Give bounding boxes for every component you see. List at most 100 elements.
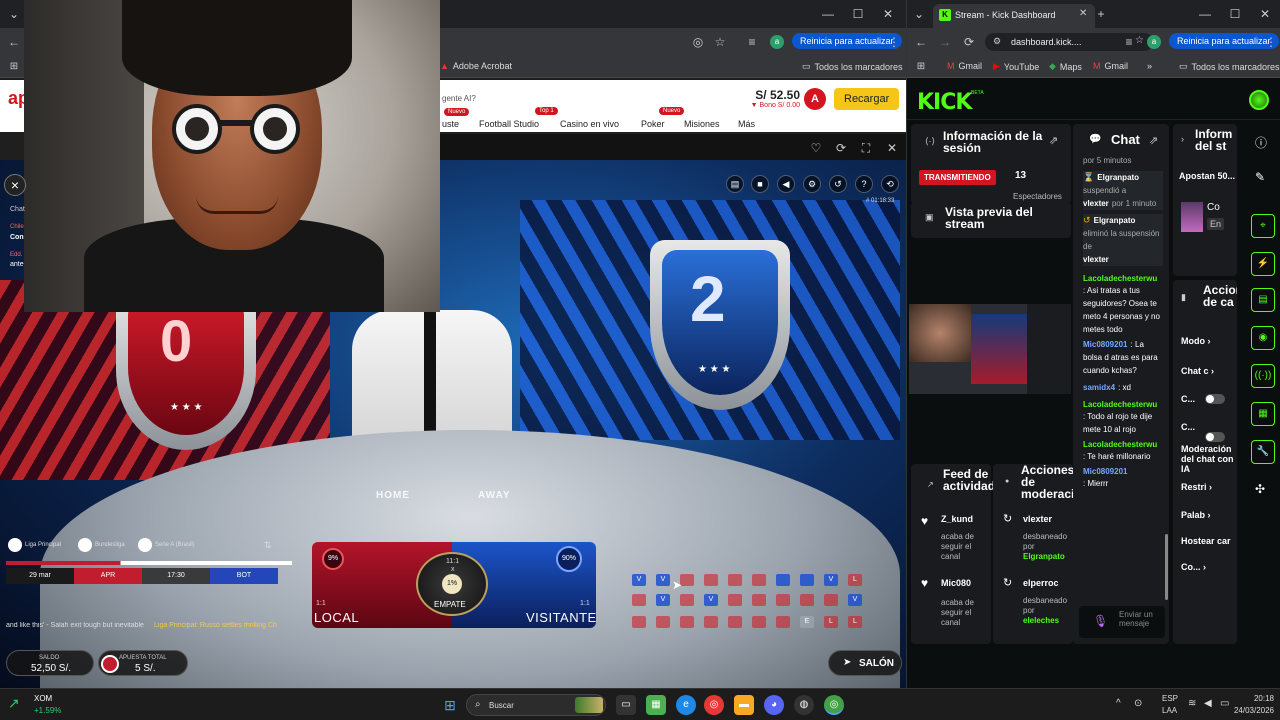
mod-user[interactable]: elperroc xyxy=(1023,578,1067,588)
mod-by[interactable]: eleleches xyxy=(1023,616,1059,625)
site-info-icon[interactable]: ⚙ xyxy=(993,36,1001,47)
nav-item-0[interactable]: Nuevo uste xyxy=(442,108,470,130)
profile-avatar[interactable]: a xyxy=(1147,35,1161,49)
reading-list-icon[interactable]: ≡ xyxy=(744,34,760,50)
volume-icon[interactable]: ◀ xyxy=(1204,698,1212,709)
help-icon[interactable]: ? xyxy=(855,175,873,193)
clip-icon[interactable]: ⌖ xyxy=(1251,214,1275,238)
broadcast-icon[interactable]: ((·)) xyxy=(1251,364,1275,388)
toggle-switch[interactable] xyxy=(1205,432,1225,442)
lobby-icon[interactable]: ⟲ xyxy=(881,175,899,193)
action-modo[interactable]: Modo › xyxy=(1181,336,1211,346)
discord-icon[interactable]: ◕ xyxy=(764,695,784,715)
back-icon[interactable]: ← xyxy=(6,34,22,50)
apps-grid-icon[interactable]: ⊞ xyxy=(6,59,22,75)
tray-app-icon[interactable]: ⊙ xyxy=(1134,698,1142,709)
user-avatar[interactable] xyxy=(1249,90,1269,110)
bookmark-all[interactable]: ▭ Todos los marcadores xyxy=(1179,61,1280,72)
action-toggle-1[interactable]: C... xyxy=(1181,394,1195,404)
action-palab[interactable]: Palab › xyxy=(1181,510,1211,520)
bookmark-gmail[interactable]: M Gmail xyxy=(947,61,982,71)
stock-symbol[interactable]: XOM xyxy=(34,694,52,703)
forward-icon[interactable]: → xyxy=(937,34,953,50)
bet-empate[interactable]: 11:1 x 1% EMPATE xyxy=(416,552,488,616)
chat-user[interactable]: Lacoladechesterwu xyxy=(1083,274,1157,283)
edit-icon[interactable]: ✎ xyxy=(1255,170,1265,184)
chat-user[interactable]: Mic0809201 xyxy=(1083,467,1127,476)
chat-user[interactable]: Lacoladechesterwu xyxy=(1083,400,1157,409)
apps-grid-icon[interactable]: ⊞ xyxy=(913,59,929,75)
recharge-button[interactable]: Recargar xyxy=(834,88,900,110)
chat-user[interactable]: Mic0809201 xyxy=(1083,340,1127,349)
file-explorer-icon[interactable]: ▬ xyxy=(734,695,754,715)
league-chip-2[interactable]: Serie A (Brasil) xyxy=(138,538,195,552)
close-window-icon[interactable]: ✕ xyxy=(880,6,896,22)
action-toggle-2[interactable]: C... xyxy=(1181,422,1195,432)
action-restri[interactable]: Restri › xyxy=(1181,482,1212,492)
nav-item-casino[interactable]: Top 1 Casino en vivo xyxy=(535,107,619,130)
minimize-icon[interactable]: — xyxy=(1197,6,1213,22)
reload-icon[interactable]: ⟳ xyxy=(961,34,977,50)
league-chip-1[interactable]: Bundesliga xyxy=(78,538,125,552)
nav-item-mas[interactable]: Más xyxy=(738,118,755,130)
mic-icon[interactable]: 🎙 xyxy=(1093,614,1108,628)
refresh-icon[interactable]: ⟳ xyxy=(833,140,849,156)
chat-icon[interactable]: ▤ xyxy=(726,175,744,193)
history-icon[interactable]: ↺ xyxy=(829,175,847,193)
nav-item-football-studio[interactable]: Football Studio xyxy=(479,118,539,130)
clock-time[interactable]: 20:18 xyxy=(1246,694,1274,703)
info-icon[interactable]: ⓘ xyxy=(1255,134,1267,151)
star-icon[interactable]: ☆ xyxy=(712,34,728,50)
bookmarks-overflow-icon[interactable]: » xyxy=(1147,61,1152,71)
menu-icon[interactable]: ⋮ xyxy=(1263,34,1279,50)
obs-icon[interactable]: ◍ xyxy=(794,695,814,715)
kick-logo[interactable]: KICK xyxy=(917,90,972,115)
tray-overflow-icon[interactable]: ^ xyxy=(1116,698,1121,709)
chat-user[interactable]: Elgranpato xyxy=(1097,173,1139,182)
action-chat[interactable]: Chat c › xyxy=(1181,366,1214,376)
chat-user[interactable]: Elgranpato xyxy=(1094,216,1136,225)
minimize-icon[interactable]: — xyxy=(820,6,836,22)
tracking-icon[interactable]: ◎ xyxy=(690,34,706,50)
match-bar[interactable]: 29 mar APR 17:30 BOT xyxy=(6,568,278,584)
close-overlay-button[interactable]: × xyxy=(4,174,26,196)
tab-search-icon[interactable]: ⌄ xyxy=(6,6,22,22)
volume-icon[interactable]: ◀ xyxy=(777,175,795,193)
stream-preview[interactable] xyxy=(909,304,1071,394)
chat-target[interactable]: vlexter xyxy=(1083,255,1109,264)
chat-user[interactable]: Lacoladechesterwu xyxy=(1083,440,1157,449)
mod-user[interactable]: vlexter xyxy=(1023,514,1067,524)
settings-icon[interactable]: ⚙ xyxy=(803,175,821,193)
chat-input[interactable]: 🎙 Enviar un mensaje xyxy=(1079,606,1165,638)
edge-icon[interactable]: e xyxy=(676,695,696,715)
chat-bubble-icon[interactable]: ◉ xyxy=(1251,326,1275,350)
tab-kick-dashboard[interactable]: K Stream - Kick Dashboard ✕ xyxy=(933,4,1095,28)
taskbar-search[interactable]: ⌕ Buscar xyxy=(466,694,606,716)
close-tab-icon[interactable]: ✕ xyxy=(1079,8,1087,19)
chat-user[interactable]: samidx4 xyxy=(1083,383,1115,392)
layout-icon[interactable]: ▦ xyxy=(1251,402,1275,426)
close-window-icon[interactable]: ✕ xyxy=(1257,6,1273,22)
action-ai-moderation[interactable]: Moderación del chat con IA xyxy=(1181,444,1237,474)
bookmark-acrobat[interactable]: ▲ Adobe Acrobat xyxy=(440,61,512,71)
lang-indicator[interactable]: ESP xyxy=(1162,694,1178,703)
back-icon[interactable]: ← xyxy=(913,34,929,50)
bookmark-youtube[interactable]: ▶ YouTube xyxy=(993,61,1039,72)
flash-icon[interactable]: ⚡ xyxy=(1251,252,1275,276)
salon-button[interactable]: ➤ SALÓN xyxy=(828,650,902,676)
favorite-icon[interactable]: ♡ xyxy=(808,140,824,156)
chat-popout-icon[interactable]: ⇗ xyxy=(1149,134,1158,147)
nav-item-misiones[interactable]: Misiones xyxy=(684,118,720,130)
tab-search-icon[interactable]: ⌄ xyxy=(911,6,927,22)
notes-icon[interactable]: ▤ xyxy=(1251,288,1275,312)
bookmark-maps[interactable]: ◆ Maps xyxy=(1049,61,1082,72)
feed-user[interactable]: Z_kund xyxy=(941,514,985,524)
feed-user[interactable]: Mic080 xyxy=(941,578,985,588)
task-view-icon[interactable]: ▭ xyxy=(616,695,636,715)
chat-target[interactable]: vlexter xyxy=(1083,199,1109,208)
close-game-icon[interactable]: ✕ xyxy=(884,140,900,156)
chat-scrollbar[interactable] xyxy=(1165,534,1168,600)
user-avatar[interactable]: A xyxy=(804,88,826,110)
fullscreen-icon[interactable]: ⛶ xyxy=(858,140,874,156)
extensions-icon[interactable]: ✣ xyxy=(1255,482,1265,496)
